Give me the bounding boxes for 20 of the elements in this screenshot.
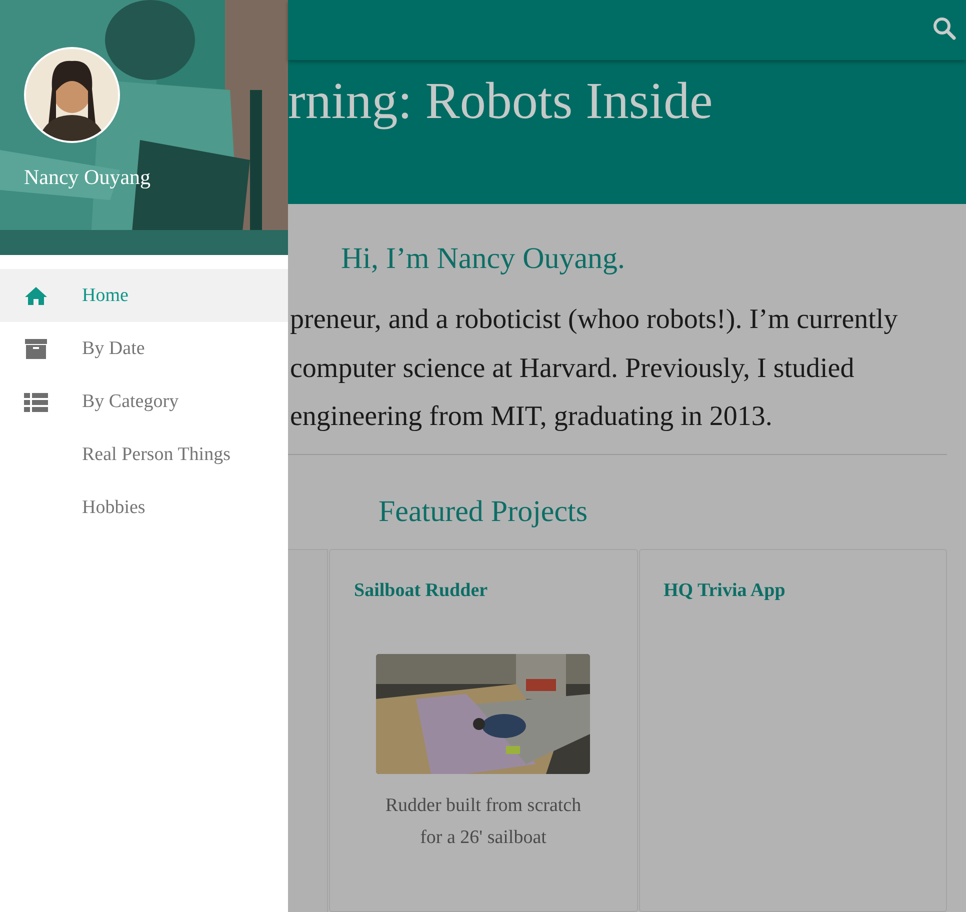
archive-icon (24, 338, 48, 360)
project-card[interactable]: HQ Trivia App (638, 548, 947, 912)
intro-text: engineering from MIT, graduating in 2013. (290, 401, 772, 432)
project-card[interactable]: Sailboat Rudder Rudder built from scratch for a 26' sailboat (329, 548, 638, 912)
intro-text: computer science at Harvard. Previously, I studied (290, 352, 854, 384)
list-icon (24, 392, 48, 412)
nav-item[interactable]: By Category (0, 375, 288, 428)
profile-name: Nancy Ouyang (24, 165, 152, 190)
nav-item[interactable]: Home (0, 269, 288, 322)
greeting-heading: Hi, I’m Nancy Ouyang. (340, 242, 626, 276)
card-title[interactable]: Sailboat Rudder (354, 580, 488, 602)
nav-item[interactable]: By Date (0, 322, 288, 375)
intro-text: preneur, and a roboticist (whoo robots!). I’m currently (290, 304, 898, 336)
section-heading: Featured Projects (378, 494, 588, 528)
nav-item[interactable]: Hobbies (0, 481, 288, 534)
page-title: rning: Robots Inside (288, 72, 713, 131)
home-icon (24, 286, 48, 306)
nav-item[interactable]: Real Person Things (0, 428, 288, 481)
card-caption: Rudder built from scratch for a 26' sailboat (384, 794, 582, 850)
card-title[interactable]: HQ Trivia App (664, 580, 786, 602)
